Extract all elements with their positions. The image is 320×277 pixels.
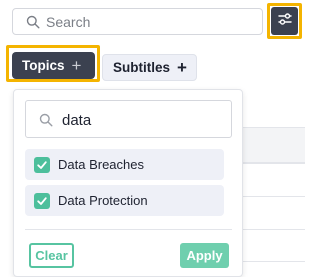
divider — [25, 229, 232, 230]
check-icon — [37, 196, 47, 205]
option-label: Data Protection — [58, 193, 148, 208]
search-input[interactable] — [46, 12, 256, 32]
filter-settings-button[interactable] — [271, 7, 298, 35]
subtitles-chip-label: Subtitles — [113, 60, 171, 75]
plus-icon: + — [71, 56, 82, 75]
topics-chip[interactable]: Topics + — [12, 52, 95, 79]
topics-dropdown: Data Breaches Data Protection Clear Appl… — [13, 89, 243, 277]
background-table-header — [243, 127, 305, 163]
apply-button[interactable]: Apply — [180, 243, 229, 268]
sliders-icon — [277, 11, 293, 32]
option-label: Data Breaches — [58, 157, 144, 172]
plus-icon: + — [177, 58, 187, 77]
search-bar[interactable] — [12, 8, 263, 35]
search-icon — [26, 15, 40, 29]
topics-chip-label: Topics — [22, 58, 65, 73]
dropdown-search-bar[interactable] — [25, 100, 232, 138]
subtitles-chip[interactable]: Subtitles + — [102, 54, 197, 81]
search-icon — [39, 113, 53, 127]
option-data-breaches[interactable]: Data Breaches — [25, 149, 224, 180]
clear-button[interactable]: Clear — [29, 243, 74, 268]
checkbox-checked[interactable] — [34, 156, 50, 173]
checkbox-checked[interactable] — [34, 192, 50, 209]
dropdown-search-input[interactable] — [62, 109, 222, 131]
option-data-protection[interactable]: Data Protection — [25, 185, 224, 216]
check-icon — [37, 160, 47, 169]
